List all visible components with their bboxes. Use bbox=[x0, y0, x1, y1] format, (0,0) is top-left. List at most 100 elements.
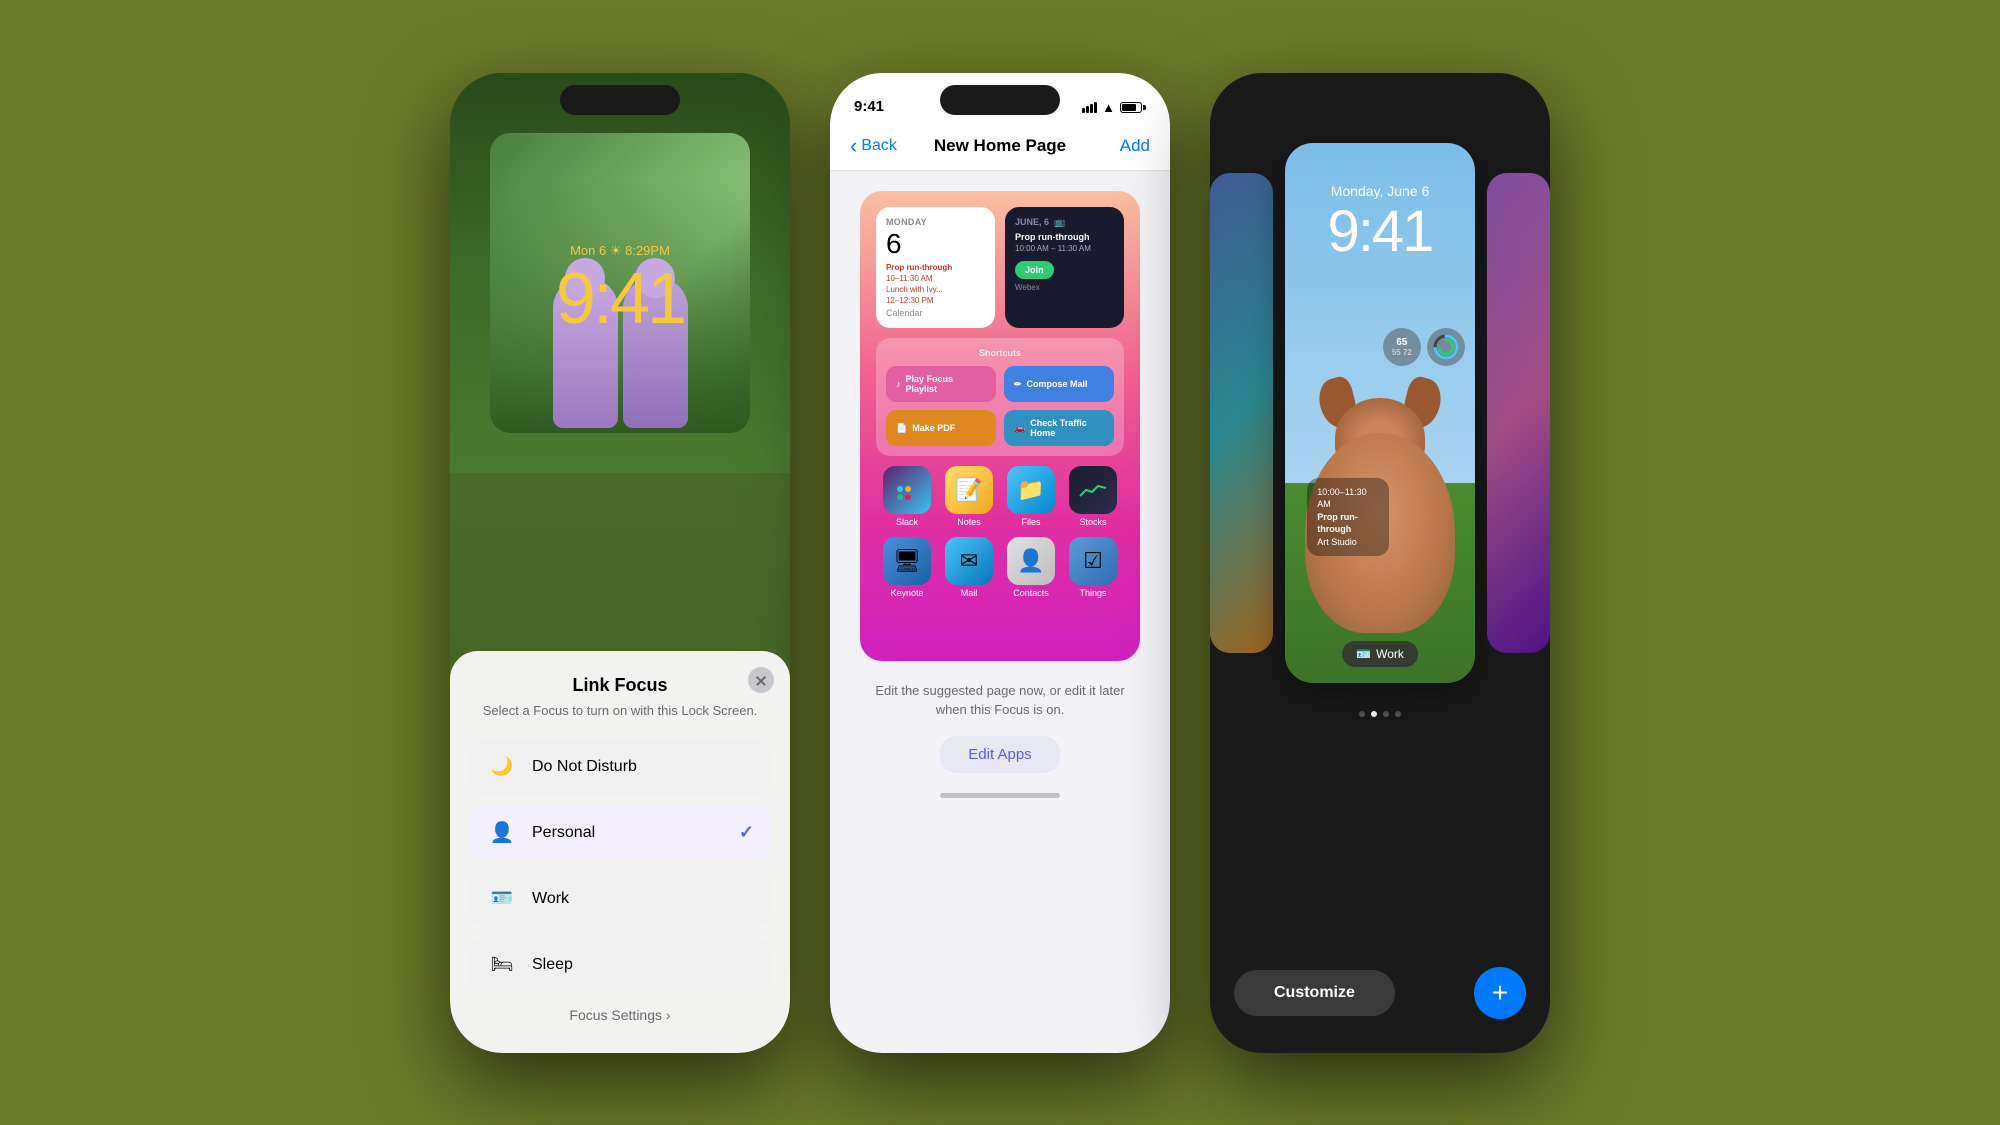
contacts-label: Contacts bbox=[1013, 588, 1049, 598]
dot-2-active[interactable] bbox=[1371, 711, 1377, 717]
calendar-event-time-2: 12–12:30 PM bbox=[886, 295, 985, 306]
phone-2-bg: 9:41 ▲ bbox=[830, 73, 1170, 1053]
dot-3[interactable] bbox=[1383, 711, 1389, 717]
edit-apps-button[interactable]: Edit Apps bbox=[940, 736, 1059, 773]
activity-widget bbox=[1427, 328, 1465, 366]
shortcuts-widget: Shortcuts ♪ Play Focus Playlist ✏ Compos… bbox=[876, 338, 1124, 456]
app-contacts[interactable]: 👤 Contacts bbox=[1005, 537, 1057, 598]
focus-settings-link[interactable]: Focus Settings › bbox=[470, 1007, 770, 1023]
back-button[interactable]: Back bbox=[850, 135, 897, 158]
calendar-event-time-1: 10–11:30 AM bbox=[886, 273, 985, 284]
music-icon: ♪ bbox=[896, 379, 901, 389]
calendar-label: Calendar bbox=[886, 308, 985, 318]
things-icon: ☑ bbox=[1069, 537, 1117, 585]
signal-bars bbox=[1082, 102, 1097, 113]
app-stocks[interactable]: Stocks bbox=[1067, 466, 1119, 527]
phone-3-event-widget: 10:00–11:30 AM Prop run-through Art Stud… bbox=[1307, 478, 1389, 557]
shortcut-label-2: Compose Mail bbox=[1027, 379, 1088, 389]
focus-label-do-not-disturb: Do Not Disturb bbox=[532, 758, 637, 776]
shortcuts-label: Shortcuts bbox=[886, 348, 1114, 358]
app-slack[interactable]: Slack bbox=[881, 466, 933, 527]
customize-button[interactable]: Customize bbox=[1234, 970, 1395, 1016]
shortcut-traffic[interactable]: 🚗 Check Traffic Home bbox=[1004, 410, 1114, 446]
personal-checkmark: ✓ bbox=[739, 822, 754, 843]
files-icon: 📁 bbox=[1007, 466, 1055, 514]
modal-close-button[interactable] bbox=[748, 667, 774, 693]
side-preview-right[interactable] bbox=[1487, 173, 1550, 653]
app-things[interactable]: ☑ Things bbox=[1067, 537, 1119, 598]
calendar-event-2: Lunch with Ivy... bbox=[886, 284, 985, 295]
status-icons: ▲ bbox=[1082, 100, 1146, 115]
phone-2-notch bbox=[940, 85, 1060, 115]
app-mail[interactable]: ✉ Mail bbox=[943, 537, 995, 598]
gradient-wallpaper-preview bbox=[1210, 173, 1273, 653]
things-label: Things bbox=[1079, 588, 1106, 598]
focus-option-do-not-disturb[interactable]: 🌙 Do Not Disturb bbox=[470, 739, 770, 795]
phone-1-date: Mon 6 ☀ 8:29PM bbox=[450, 243, 790, 259]
calendar-date: 6 bbox=[886, 230, 985, 258]
files-label: Files bbox=[1021, 517, 1040, 527]
phone-1-screen: Mon 6 ☀ 8:29PM 9:41 Link Focus Select a … bbox=[450, 73, 790, 1053]
app-keynote[interactable]: 🖥 Keynote bbox=[881, 537, 933, 598]
webex-event: Prop run-through 10:00 AM – 11:30 AM bbox=[1015, 231, 1114, 255]
webex-join-button[interactable]: Join bbox=[1015, 261, 1054, 279]
focus-settings-chevron: › bbox=[666, 1007, 671, 1023]
phone-1-clock: 9:41 bbox=[450, 263, 790, 335]
app-files[interactable]: 📁 Files bbox=[1005, 466, 1057, 527]
add-button[interactable]: Add bbox=[1120, 136, 1150, 156]
shortcut-play-focus[interactable]: ♪ Play Focus Playlist bbox=[886, 366, 996, 402]
main-preview: Monday, June 6 9:41 10:00–11:30 AM Prop … bbox=[1285, 143, 1475, 683]
stocks-label: Stocks bbox=[1079, 517, 1106, 527]
mail-label: Mail bbox=[961, 588, 978, 598]
modal-title: Link Focus bbox=[470, 675, 770, 696]
phone-1: Mon 6 ☀ 8:29PM 9:41 Link Focus Select a … bbox=[450, 73, 790, 1053]
back-chevron bbox=[850, 135, 857, 158]
notes-label: Notes bbox=[957, 517, 981, 527]
side-preview-left[interactable] bbox=[1210, 173, 1273, 653]
shortcut-label-1: Play Focus Playlist bbox=[906, 374, 987, 394]
traffic-icon: 🚗 bbox=[1014, 423, 1025, 434]
keynote-icon: 🖥 bbox=[883, 537, 931, 585]
widgets-row: MONDAY 6 Prop run-through 10–11:30 AM Lu… bbox=[876, 207, 1124, 329]
home-page-preview-card: MONDAY 6 Prop run-through 10–11:30 AM Lu… bbox=[860, 191, 1140, 661]
wifi-icon: ▲ bbox=[1102, 100, 1115, 115]
shortcuts-grid: ♪ Play Focus Playlist ✏ Compose Mail 📄 M… bbox=[886, 366, 1114, 446]
stocks-icon bbox=[1069, 466, 1117, 514]
event-name: Prop run-through bbox=[1317, 511, 1379, 536]
phone-3-previews: Monday, June 6 9:41 10:00–11:30 AM Prop … bbox=[1210, 123, 1550, 703]
phone-3-date: Monday, June 6 bbox=[1285, 183, 1475, 199]
add-wallpaper-button[interactable]: + bbox=[1474, 967, 1526, 1019]
widgets-row-3: 10:00–11:30 AM Prop run-through Art Stud… bbox=[1295, 308, 1465, 387]
contacts-icon: 👤 bbox=[1007, 537, 1055, 585]
app-notes[interactable]: 📝 Notes bbox=[943, 466, 995, 527]
shortcut-compose-mail[interactable]: ✏ Compose Mail bbox=[1004, 366, 1114, 402]
event-location: Art Studio bbox=[1317, 536, 1379, 549]
phone-2: 9:41 ▲ bbox=[830, 73, 1170, 1053]
phone-2-screen: 9:41 ▲ bbox=[830, 73, 1170, 1053]
shortcut-make-pdf[interactable]: 📄 Make PDF bbox=[886, 410, 996, 446]
temperature-widget: 65 55 72 bbox=[1383, 328, 1421, 366]
webex-label: Webex bbox=[1015, 283, 1114, 292]
focus-option-personal[interactable]: 👤 Personal ✓ bbox=[470, 805, 770, 861]
compose-icon: ✏ bbox=[1014, 379, 1022, 390]
phone-3-screen: PHOTO bbox=[1210, 73, 1550, 1053]
focus-label-personal: Personal bbox=[532, 824, 595, 842]
work-badge-label: Work bbox=[1376, 647, 1404, 661]
focus-label-work: Work bbox=[532, 890, 569, 908]
calendar-widget: MONDAY 6 Prop run-through 10–11:30 AM Lu… bbox=[876, 207, 995, 329]
slack-icon bbox=[883, 466, 931, 514]
phone-3-time: 9:41 bbox=[1285, 203, 1475, 261]
keynote-label: Keynote bbox=[890, 588, 923, 598]
focus-option-sleep[interactable]: 🛏 Sleep bbox=[470, 937, 770, 993]
webex-widget: June, 6 📺 Prop run-through 10:00 AM – 11… bbox=[1005, 207, 1124, 329]
phone-1-notch bbox=[560, 85, 680, 115]
phone-3: PHOTO bbox=[1210, 73, 1550, 1053]
personal-icon: 👤 bbox=[486, 817, 518, 849]
phone-3-lock-info: Monday, June 6 9:41 bbox=[1285, 183, 1475, 261]
dot-1[interactable] bbox=[1359, 711, 1365, 717]
event-time: 10:00–11:30 AM bbox=[1317, 486, 1379, 511]
dot-4[interactable] bbox=[1395, 711, 1401, 717]
phone-1-time-area: Mon 6 ☀ 8:29PM 9:41 bbox=[450, 243, 790, 335]
focus-option-work[interactable]: 🪪 Work bbox=[470, 871, 770, 927]
apps-row-2: 🖥 Keynote ✉ Mail 👤 Contacts ☑ Things bbox=[876, 537, 1124, 598]
